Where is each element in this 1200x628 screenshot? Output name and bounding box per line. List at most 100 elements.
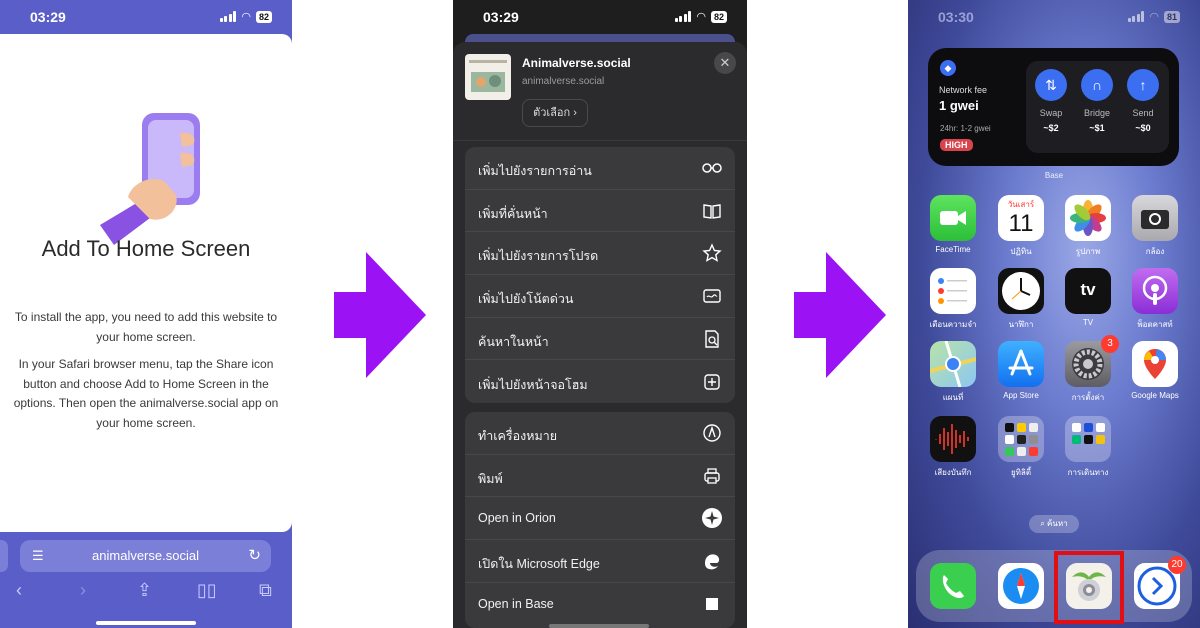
- camera-app[interactable]: กล้อง: [1124, 195, 1186, 258]
- status-bar: 03:29 ◠ 82: [0, 0, 292, 34]
- base-widget[interactable]: ◆ Network fee 1 gwei 24hr: 1-2 gwei HIGH…: [928, 48, 1179, 166]
- utilities-folder-app[interactable]: ยูทิลิตี้: [990, 416, 1052, 479]
- settings-app[interactable]: การตั้งค่า 3: [1057, 335, 1119, 404]
- network-fee-value: 1 gwei: [939, 98, 979, 113]
- maps-icon: [930, 341, 976, 387]
- widget-action-name: Swap: [1039, 108, 1063, 118]
- home-screen: 03:30 ◠ 81 ◆ Network fee 1 gwei 24hr: 1-…: [908, 0, 1200, 628]
- widget-action-send[interactable]: ↑ Send ~$0: [1121, 61, 1165, 133]
- app-label: ปฏิทิน: [1010, 247, 1032, 256]
- reminders-app[interactable]: เตือนความจำ: [922, 268, 984, 331]
- bookmarks-icon[interactable]: ▯▯: [197, 580, 217, 601]
- clock-app[interactable]: นาฬิกา: [990, 268, 1052, 331]
- app-label: เตือนความจำ: [929, 320, 977, 329]
- reload-icon[interactable]: ↻: [248, 546, 261, 564]
- app-store-icon: [998, 341, 1044, 387]
- widget-actions: ⇅ Swap ~$2 ∩ Bridge ~$1 ↑ Send ~$0: [1026, 61, 1169, 153]
- safari-install-screen: 03:29 ◠ 82 Add To Home Screen To install…: [0, 0, 292, 628]
- app-label: กล้อง: [1145, 247, 1165, 256]
- safari-app[interactable]: [990, 563, 1052, 609]
- travel-folder-icon: [1065, 416, 1111, 462]
- home-indicator: [96, 621, 196, 625]
- next-step-arrow-icon: [334, 252, 426, 378]
- safari-toolbar: ‹ › ⇪ ▯▯ ⧉: [0, 578, 292, 608]
- app-icon-highlight: [1054, 551, 1124, 624]
- tabs-icon[interactable]: ⧉: [259, 580, 272, 601]
- phone-icon: [930, 563, 976, 609]
- arrow-up-icon: ↑: [1127, 69, 1159, 101]
- signal-icon: [219, 11, 237, 22]
- utilities-folder-icon: [998, 416, 1044, 462]
- widget-action-cost: ~$0: [1135, 123, 1151, 133]
- share-icon[interactable]: ⇪: [137, 580, 152, 601]
- status-bar: 03:30 ◠ 81: [908, 0, 1200, 34]
- base-app[interactable]: 20: [1126, 556, 1188, 609]
- bridge-icon: ∩: [1081, 69, 1113, 101]
- tutorial-stage: 03:29 ◠ 82 Add To Home Screen To install…: [0, 0, 1200, 628]
- app-label: App Store: [1003, 391, 1039, 400]
- maps-app[interactable]: แผนที่: [922, 341, 984, 404]
- app-label: Google Maps: [1131, 391, 1179, 400]
- apple-tv-icon: tv: [1065, 268, 1111, 314]
- facetime-app[interactable]: FaceTime: [922, 195, 984, 254]
- app-label: TV: [1082, 318, 1094, 327]
- wifi-icon: ◠: [1149, 11, 1159, 23]
- fee-level-badge: HIGH: [940, 139, 973, 151]
- app-label: รูปภาพ: [1075, 247, 1101, 256]
- calendar-icon: วันเสาร์ 11: [998, 195, 1044, 241]
- instruction-text-1: To install the app, you need to add this…: [14, 310, 278, 344]
- google-maps-icon: [1132, 341, 1178, 387]
- calendar-date: 11: [1008, 210, 1034, 237]
- camera-icon: [1132, 195, 1178, 241]
- tv-wordmark: tv: [1080, 280, 1096, 299]
- forward-icon[interactable]: ›: [80, 580, 86, 601]
- search-label: ค้นหา: [1047, 519, 1068, 528]
- widget-action-name: Send: [1132, 108, 1154, 118]
- voice-memos-app[interactable]: เสียงบันทึก: [922, 416, 984, 479]
- phone-app[interactable]: [922, 563, 984, 609]
- photos-app[interactable]: รูปภาพ: [1057, 195, 1119, 258]
- app-store-app[interactable]: App Store: [990, 341, 1052, 400]
- widget-action-cost: ~$1: [1089, 123, 1105, 133]
- address-url: animalverse.social: [92, 548, 199, 563]
- network-fee-label: Network fee: [939, 85, 988, 95]
- app-label: ยูทิลิตี้: [1010, 468, 1032, 477]
- clock-icon: [998, 268, 1044, 314]
- instruction-text-2: In your Safari browser menu, tap the Sha…: [13, 357, 279, 430]
- prev-tab-stub[interactable]: [0, 540, 8, 572]
- fee-range: 24hr: 1-2 gwei: [940, 124, 991, 133]
- app-label: การเดินทาง: [1067, 468, 1109, 477]
- calendar-app[interactable]: วันเสาร์ 11 ปฏิทิน: [990, 195, 1052, 258]
- app-label: พ็อดคาสท์: [1137, 320, 1173, 329]
- app-label: นาฬิกา: [1008, 320, 1034, 329]
- address-bar[interactable]: ☰ animalverse.social ↻: [20, 540, 271, 572]
- wifi-icon: ◠: [241, 11, 251, 23]
- podcasts-icon: [1132, 268, 1178, 314]
- voice-memos-icon: [930, 416, 976, 462]
- facetime-icon: [930, 195, 976, 241]
- status-time: 03:30: [938, 9, 974, 25]
- back-icon[interactable]: ‹: [16, 580, 22, 601]
- battery-icon: 81: [1163, 10, 1180, 23]
- signal-icon: [1127, 11, 1145, 22]
- battery-icon: 82: [255, 10, 272, 23]
- search-pill[interactable]: ⌕ ค้นหา: [1029, 515, 1079, 533]
- app-label: FaceTime: [935, 245, 971, 254]
- ethereum-icon: ◆: [940, 60, 956, 76]
- reminders-icon: [930, 268, 976, 314]
- notification-badge: 20: [1168, 556, 1186, 574]
- add-to-home-highlight: [453, 0, 747, 628]
- swap-icon: ⇅: [1035, 69, 1067, 101]
- widget-action-name: Bridge: [1083, 108, 1110, 118]
- app-label: แผนที่: [942, 393, 964, 402]
- apple-tv-app[interactable]: tv TV: [1057, 268, 1119, 327]
- widget-action-bridge[interactable]: ∩ Bridge ~$1: [1075, 61, 1119, 133]
- podcasts-app[interactable]: พ็อดคาสท์: [1124, 268, 1186, 331]
- app-label: การตั้งค่า: [1071, 393, 1105, 402]
- status-time: 03:29: [30, 9, 66, 25]
- phone-in-hand-icon: [100, 113, 200, 245]
- notification-badge: 3: [1101, 335, 1119, 353]
- widget-action-swap[interactable]: ⇅ Swap ~$2: [1029, 61, 1073, 133]
- google-maps-app[interactable]: Google Maps: [1124, 341, 1186, 400]
- travel-folder-app[interactable]: การเดินทาง: [1057, 416, 1119, 479]
